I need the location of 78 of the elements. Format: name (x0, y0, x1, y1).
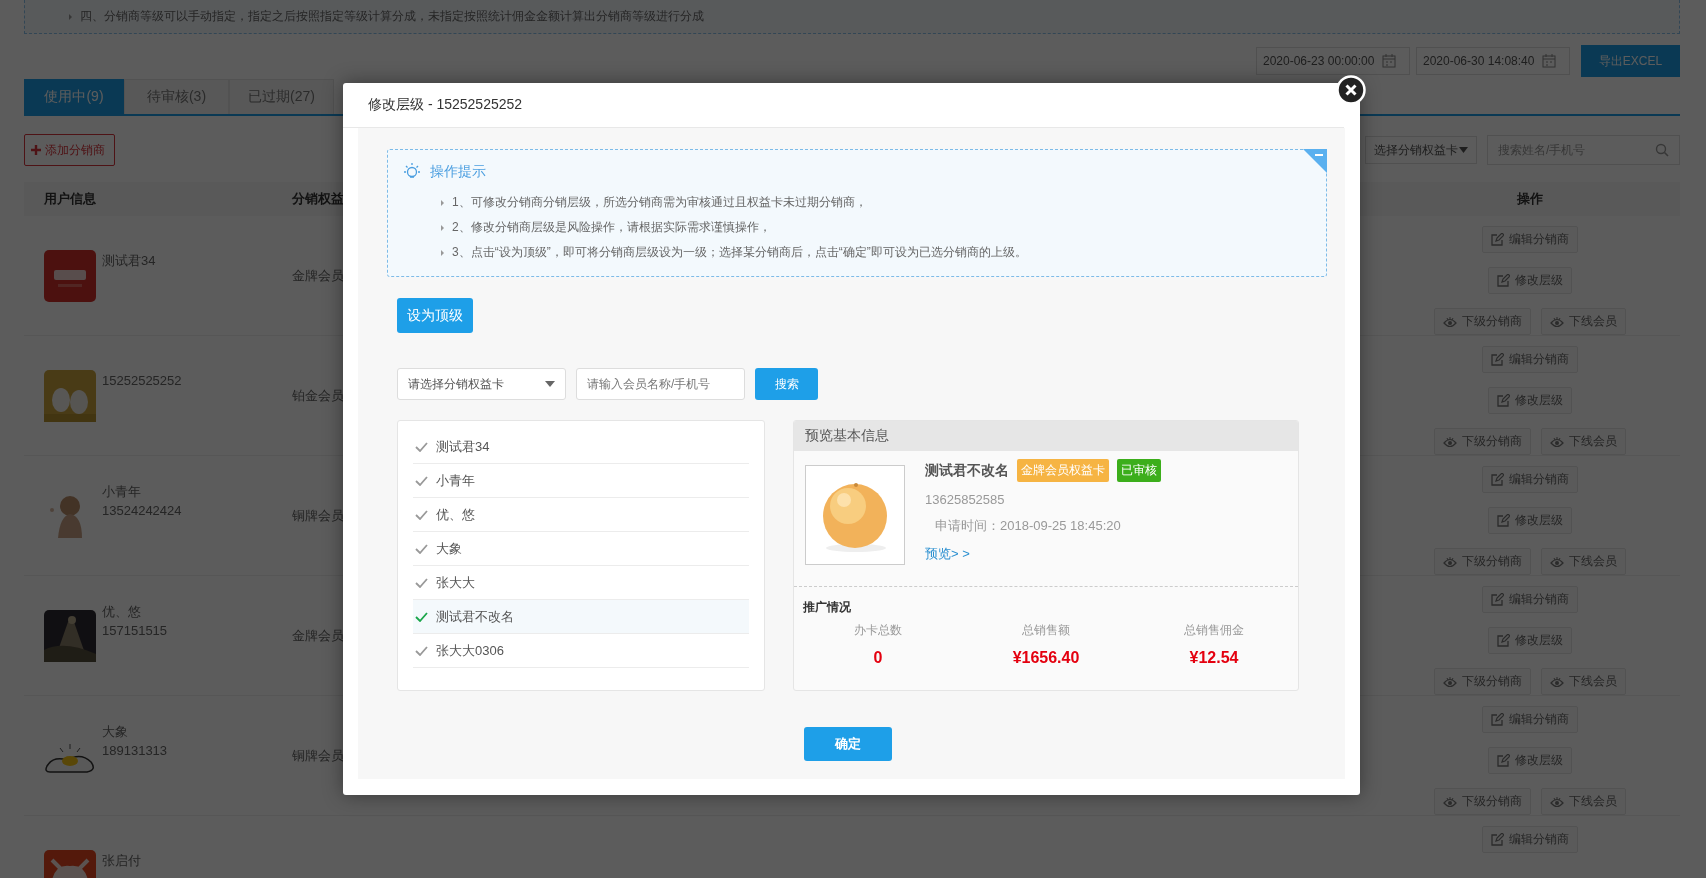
tips-title: 操作提示 (430, 163, 486, 181)
member-item[interactable]: 测试君不改名 (413, 600, 749, 634)
status-tag: 金牌会员权益卡 (1017, 459, 1109, 482)
set-top-button[interactable]: 设为顶级 (397, 298, 473, 333)
card-select[interactable]: 请选择分销权益卡 (397, 368, 566, 400)
dialog-title: 修改层级 - 15252525252 (368, 96, 523, 114)
edit-icon (1497, 394, 1510, 407)
member-item[interactable]: 张大大0306 (413, 634, 749, 668)
status-tag: 已审核 (1117, 459, 1161, 482)
tip-text: 3、点击“设为顶级”，即可将分销商层级设为一级；选择某分销商后，点击“确定”即可设为已选分销商的上级。 (452, 244, 1027, 261)
edit-icon (1491, 593, 1504, 606)
date-field[interactable]: 2020-06-30 14:08:40 (1416, 47, 1570, 75)
eye-icon (1550, 675, 1564, 688)
dropdown-icon (1459, 147, 1468, 153)
check-icon (415, 543, 428, 554)
dropdown-icon (545, 381, 555, 387)
edit-icon (1491, 713, 1504, 726)
column-header: 分销权益 (292, 191, 344, 206)
card-select[interactable]: 选择分销权益卡 (1365, 136, 1477, 164)
stat-label: 办卡总数 (854, 622, 902, 639)
stat-label: 总销售额 (1022, 622, 1070, 639)
stat-value: ¥12.54 (1189, 649, 1239, 667)
tip-text: 1、可修改分销商分销层级，所选分销商需为审核通过且权益卡未过期分销商， (452, 194, 867, 211)
check-icon (415, 441, 428, 452)
stat-value: 0 (873, 649, 883, 667)
apply-time: 申请时间：2018-09-25 18:45:20 (934, 517, 1122, 535)
stat-value: ¥1656.40 (1012, 649, 1080, 667)
member-phone: 13625852585 (925, 492, 1006, 507)
check-icon (415, 645, 428, 656)
calendar-icon[interactable] (1382, 54, 1397, 68)
eye-icon (1550, 795, 1564, 808)
eye-icon (1443, 315, 1457, 328)
search-icon (1655, 143, 1669, 157)
edit-icon (1497, 634, 1510, 647)
bullet-icon (69, 13, 72, 20)
check-icon (415, 509, 428, 520)
search-button[interactable]: 搜索 (755, 368, 818, 400)
export-button[interactable]: 导出EXCEL (1581, 45, 1680, 77)
tip-text: 2、修改分销商层级是风险操作，请根据实际需求谨慎操作， (452, 219, 771, 236)
member-name: 测试君不改名 (925, 461, 1009, 480)
member-item[interactable]: 大象 (413, 532, 749, 566)
bullet-icon (441, 199, 444, 206)
eye-icon (1550, 315, 1564, 328)
keyword-field[interactable]: 请输入会员名称/手机号 (576, 368, 745, 400)
member-item[interactable]: 测试君34 (413, 430, 749, 464)
panel-title: 预览基本信息 (805, 427, 889, 445)
stat-label: 总销售佣金 (1184, 622, 1244, 639)
check-icon (415, 475, 428, 486)
eye-icon (1443, 555, 1457, 568)
edit-icon (1491, 833, 1504, 846)
check-icon (415, 611, 428, 622)
add-button[interactable]: 添加分销商 (24, 134, 115, 166)
bullet-icon (441, 224, 444, 231)
member-item[interactable]: 小青年 (413, 464, 749, 498)
edit-icon (1491, 353, 1504, 366)
eye-icon (1550, 435, 1564, 448)
confirm-button[interactable]: 确定 (804, 727, 892, 761)
tab[interactable]: 使用中(9) (24, 79, 124, 114)
check-icon (415, 577, 428, 588)
eye-icon (1443, 435, 1457, 448)
eye-icon (1443, 795, 1457, 808)
plus-icon (31, 145, 41, 155)
column-header: 用户信息 (44, 191, 96, 206)
edit-icon (1497, 274, 1510, 287)
eye-icon (1550, 555, 1564, 568)
edit-icon (1491, 473, 1504, 486)
member-item[interactable]: 优、悠 (413, 498, 749, 532)
preview-link[interactable]: 预览> > (925, 545, 1161, 563)
bullet-icon (441, 249, 444, 256)
eye-icon (1443, 675, 1457, 688)
section-title: 推广情况 (803, 600, 851, 614)
collapse-icon[interactable] (1303, 149, 1327, 173)
column-header: 操作 (1517, 191, 1543, 206)
date-field[interactable]: 2020-06-23 00:00:00 (1256, 47, 1410, 75)
edit-icon (1497, 754, 1510, 767)
edit-icon (1497, 514, 1510, 527)
calendar-icon[interactable] (1542, 54, 1557, 68)
edit-icon (1491, 233, 1504, 246)
